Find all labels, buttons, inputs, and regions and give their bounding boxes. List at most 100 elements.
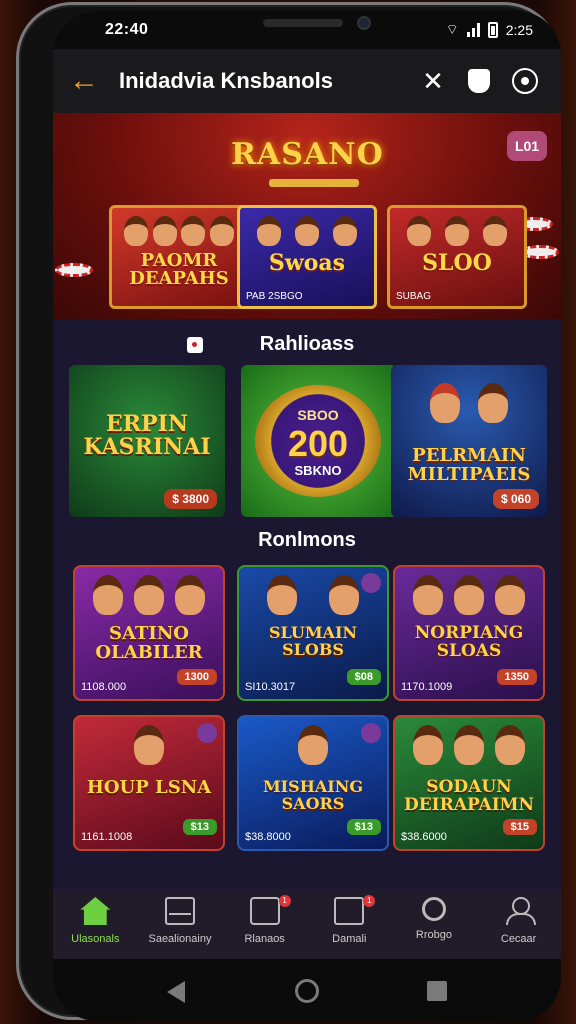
- games-section: Rahlioass ERPIN KASRINAI $ 3800 SBOO 200…: [53, 319, 561, 889]
- app-bar: ← Inidadvia Knsbanols ✕: [53, 49, 561, 113]
- casino-logo: RASANO: [231, 137, 384, 172]
- promo-caption: SUBAG: [396, 291, 432, 302]
- featured-jackpot-card[interactable]: SBOO 200 SBKNO: [241, 365, 397, 517]
- user-icon: [504, 897, 536, 925]
- game-caption: 1170.1009: [401, 681, 453, 693]
- nav-item-profile[interactable]: Cecaar: [479, 897, 559, 945]
- phone-frame: 22:40 ⌔ 2:25 ← Inidadvia Knsbanols ✕ RAS…: [16, 2, 561, 1021]
- logo-ribbon: [269, 179, 359, 187]
- price-badge[interactable]: $ 060: [492, 489, 539, 509]
- promo-card[interactable]: PAOMR DEAPAHS: [109, 205, 249, 309]
- game-card[interactable]: SATINO OLABILER 1108.000 1300: [73, 565, 225, 701]
- nav-label: Rlanaos: [244, 933, 285, 945]
- status-icons: ⌔ 2:25: [446, 21, 533, 39]
- nav-item-home[interactable]: Ulasonals: [55, 897, 135, 945]
- speaker-notch: [263, 19, 343, 27]
- jackpot-coin: SBOO 200 SBKNO: [255, 385, 381, 497]
- notification-badge: 1: [363, 895, 376, 907]
- jackpot-sublabel: SBKNO: [294, 463, 342, 478]
- battery-icon: [487, 22, 498, 38]
- lock-icon: [249, 897, 280, 925]
- game-title: NORPIANG SLOAS: [414, 623, 524, 661]
- status-time: 22:40: [105, 21, 149, 38]
- recents-icon[interactable]: [427, 981, 447, 1001]
- back-arrow-icon[interactable]: ←: [69, 66, 105, 96]
- characters-image: [421, 383, 517, 433]
- game-caption: $38.6000: [401, 831, 447, 843]
- promo-title: SLOO: [422, 250, 492, 276]
- close-icon[interactable]: ✕: [413, 61, 453, 101]
- jackpot-label: SBOO: [297, 407, 339, 423]
- system-nav-bar: [53, 959, 561, 1021]
- signal-icon: [466, 23, 480, 37]
- nav-item-card[interactable]: 1 Damali: [309, 895, 389, 945]
- nav-item-lock[interactable]: 1 Rlanaos: [225, 895, 305, 945]
- characters-image: [87, 575, 211, 625]
- card-icon: [334, 897, 365, 925]
- target-icon: [512, 68, 538, 94]
- game-caption: 1108.000: [81, 681, 127, 693]
- promo-card[interactable]: Swoas PAB 2SBGO: [237, 205, 377, 309]
- home-button-icon[interactable]: [295, 979, 319, 1003]
- poker-chip-icon: [55, 263, 93, 277]
- nav-label: Damali: [332, 933, 367, 945]
- game-card[interactable]: SODAUN DEIRAPAIMN $38.6000 $15: [393, 715, 545, 851]
- bottom-nav: Ulasonals Saealionainy 1 Rlanaos 1 Damal…: [53, 889, 561, 959]
- characters-image: [122, 216, 236, 250]
- game-title: MISHAING SAORS: [262, 777, 364, 813]
- status-right-text: 2:25: [505, 22, 533, 38]
- hero-banner: RASANO L01 PAOMR DEAPAHS Swoas PAB 2SBGO: [53, 113, 561, 319]
- settings-button[interactable]: [505, 61, 545, 101]
- price-badge[interactable]: $08: [346, 669, 381, 685]
- promo-title: PAOMR DEAPAHS: [129, 250, 229, 289]
- envelope-icon: [164, 897, 195, 925]
- game-title: PELRMAIN MILTIPAEIS: [407, 445, 531, 485]
- featured-game-card[interactable]: ERPIN KASRINAI $ 3800: [69, 365, 225, 517]
- screen: 22:40 ⌔ 2:25 ← Inidadvia Knsbanols ✕ RAS…: [53, 11, 561, 1021]
- wifi-icon: ⌔: [445, 21, 459, 37]
- game-card[interactable]: MISHAING SAORS $38.8000 $13: [237, 715, 389, 851]
- nav-label: Rrobgo: [415, 929, 452, 941]
- characters-image: [87, 725, 211, 775]
- game-caption: $38.8000: [245, 831, 291, 843]
- search-icon: [421, 897, 446, 921]
- section-heading: Ronlmons: [258, 529, 356, 551]
- badge-icon: [197, 723, 217, 743]
- price-badge[interactable]: $13: [182, 819, 217, 835]
- characters-image: [407, 725, 531, 775]
- back-icon[interactable]: [167, 981, 185, 1003]
- promo-caption: PAB 2SBGO: [246, 291, 303, 302]
- nav-label: Ulasonals: [71, 933, 120, 945]
- game-card[interactable]: SLUMAIN SLOBS SI10.3017 $08: [237, 565, 389, 701]
- game-title: SLUMAIN SLOBS: [268, 623, 358, 659]
- nav-label: Saealionainy: [148, 933, 212, 945]
- shield-button[interactable]: [459, 61, 499, 101]
- section-heading: Rahlioass: [259, 333, 355, 355]
- nav-item-messages[interactable]: Saealionainy: [140, 897, 220, 945]
- game-card[interactable]: NORPIANG SLOAS 1170.1009 1350: [393, 565, 545, 701]
- nav-item-search[interactable]: Rrobgo: [394, 897, 474, 941]
- page-title: Inidadvia Knsbanols: [119, 68, 333, 93]
- characters-image: [251, 725, 375, 775]
- badge-icon: [361, 723, 381, 743]
- status-bar: 22:40 ⌔ 2:25: [53, 11, 561, 49]
- game-title: SATINO OLABILER: [95, 623, 203, 663]
- notification-badge: 1: [278, 895, 291, 907]
- game-caption: 1161.1008: [81, 831, 133, 843]
- price-badge[interactable]: $15: [502, 819, 537, 835]
- price-badge[interactable]: 1300: [176, 669, 217, 685]
- price-badge[interactable]: $ 3800: [164, 489, 217, 509]
- camera-icon: [357, 16, 371, 30]
- game-title: SODAUN DEIRAPAIMN: [403, 777, 534, 815]
- game-title: ERPIN KASRINAI: [83, 411, 211, 461]
- game-card[interactable]: HOUP LSNA 1161.1008 $13: [73, 715, 225, 851]
- level-badge[interactable]: L01: [507, 131, 547, 161]
- characters-image: [251, 575, 375, 625]
- price-badge[interactable]: 1350: [496, 669, 537, 685]
- characters-image: [407, 575, 531, 625]
- price-badge[interactable]: $13: [346, 819, 381, 835]
- characters-image: [400, 216, 514, 250]
- promo-card[interactable]: SLOO SUBAG: [387, 205, 527, 309]
- featured-game-card[interactable]: PELRMAIN MILTIPAEIS $ 060: [391, 365, 547, 517]
- game-title: HOUP LSNA: [86, 777, 212, 798]
